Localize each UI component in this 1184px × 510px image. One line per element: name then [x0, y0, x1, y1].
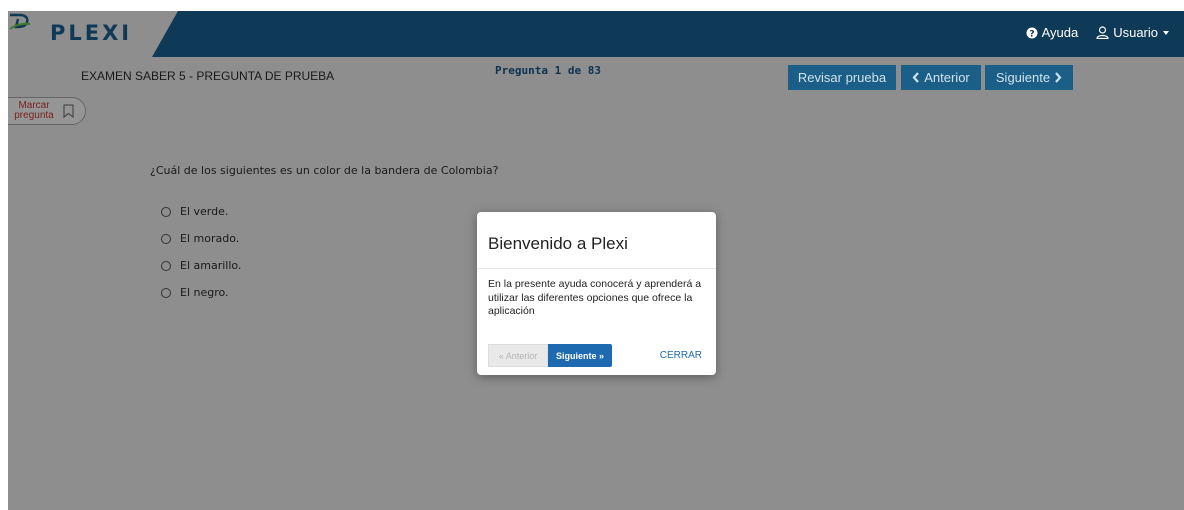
- logo[interactable]: PLEXI: [8, 11, 178, 57]
- dialog-close-button[interactable]: CERRAR: [660, 350, 702, 361]
- welcome-dialog: Bienvenido a Plexi En la presente ayuda …: [477, 212, 716, 375]
- previous-label: Anterior: [924, 70, 970, 85]
- chevron-left-icon: [912, 72, 920, 83]
- answer-options: El verde. El morado. El amarillo. El neg…: [161, 198, 241, 306]
- previous-button[interactable]: Anterior: [901, 65, 981, 90]
- option-label: El amarillo.: [180, 259, 242, 272]
- radio-button[interactable]: [161, 206, 171, 217]
- chevron-right-icon: [1055, 72, 1062, 83]
- question-circle-icon: ?: [1026, 27, 1038, 39]
- radio-button[interactable]: [161, 287, 171, 298]
- svg-text:?: ?: [1029, 29, 1034, 39]
- logo-mark-icon: [9, 13, 31, 30]
- dialog-title: Bienvenido a Plexi: [488, 234, 628, 253]
- mark-label-line2: pregunta: [14, 110, 54, 121]
- radio-button[interactable]: [161, 233, 171, 244]
- option-label: El verde.: [180, 205, 229, 218]
- next-label: Siguiente: [995, 70, 1051, 85]
- exam-title: EXAMEN SABER 5 - PREGUNTA DE PRUEBA: [81, 69, 335, 83]
- logo-text: PLEXI: [50, 21, 133, 45]
- answer-option[interactable]: El morado.: [161, 225, 241, 252]
- review-test-button[interactable]: Revisar prueba: [788, 65, 896, 90]
- exam-subbar: EXAMEN SABER 5 - PREGUNTA DE PRUEBA Preg…: [8, 57, 1184, 97]
- top-navbar: PLEXI ? Ayuda Usuario: [8, 11, 1184, 57]
- question-text: ¿Cuál de los siguientes es un color de l…: [150, 164, 499, 177]
- next-button[interactable]: Siguiente: [985, 65, 1073, 90]
- help-link[interactable]: ? Ayuda: [1026, 25, 1079, 40]
- user-menu[interactable]: Usuario: [1096, 25, 1170, 40]
- option-label: El morado.: [180, 232, 240, 245]
- option-label: El negro.: [180, 286, 229, 299]
- caret-down-icon: [1163, 30, 1169, 35]
- radio-button[interactable]: [161, 260, 171, 271]
- user-icon: [1096, 26, 1109, 39]
- question-counter: Pregunta 1 de 83: [495, 64, 601, 77]
- answer-option[interactable]: El amarillo.: [161, 252, 241, 279]
- app-window: PLEXI ? Ayuda Usuario EXAMEN SABER 5 - P…: [8, 11, 1184, 510]
- help-label: Ayuda: [1041, 25, 1079, 40]
- dialog-next-button[interactable]: Siguiente »: [548, 344, 612, 367]
- mark-question-label: Marcar pregunta: [11, 101, 57, 121]
- answer-option[interactable]: El verde.: [161, 198, 241, 225]
- dialog-previous-button[interactable]: « Anterior: [488, 344, 548, 367]
- bookmark-icon: [63, 104, 74, 118]
- dialog-body: En la presente ayuda conocerá y aprender…: [488, 278, 702, 317]
- mark-question-button[interactable]: Marcar pregunta: [8, 97, 86, 125]
- user-label: Usuario: [1113, 25, 1158, 40]
- review-test-label: Revisar prueba: [797, 70, 887, 85]
- top-right-menu: ? Ayuda Usuario: [1026, 25, 1170, 40]
- answer-option[interactable]: El negro.: [161, 279, 241, 306]
